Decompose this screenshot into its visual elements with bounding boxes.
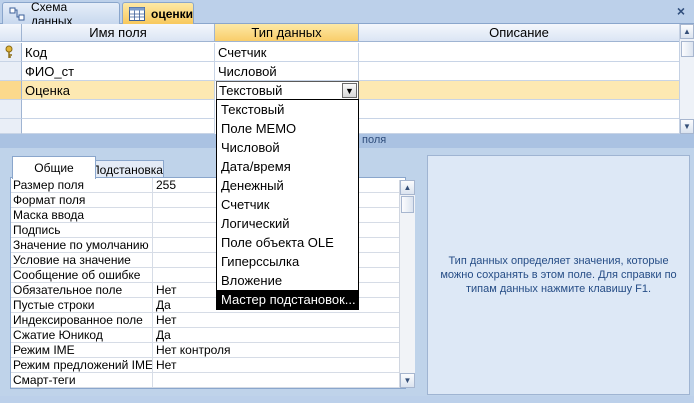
scroll-up-icon[interactable]: ▲	[400, 180, 415, 195]
data-type-combobox[interactable]: Текстовый ▼	[216, 81, 359, 100]
property-label: Формат поля	[11, 193, 153, 207]
property-label: Пустые строки	[11, 298, 153, 312]
dropdown-option-currency[interactable]: Денежный	[217, 176, 358, 195]
property-label: Обязательное поле	[11, 283, 153, 297]
description-cell[interactable]	[359, 62, 680, 81]
property-label: Индексированное поле	[11, 313, 153, 327]
close-tab-button[interactable]: ×	[672, 2, 690, 20]
properties-vertical-scrollbar[interactable]: ▲ ▼	[399, 180, 415, 388]
description-cell[interactable]	[359, 81, 680, 100]
dropdown-option-hyperlink[interactable]: Гиперссылка	[217, 252, 358, 271]
dropdown-option-lookup-wizard[interactable]: Мастер подстановок...	[217, 290, 358, 309]
row-selector[interactable]	[0, 62, 22, 81]
row-selector-current[interactable]	[0, 81, 22, 100]
row-selector[interactable]	[0, 100, 22, 119]
property-row[interactable]: Индексированное поле Нет	[11, 313, 405, 328]
tab-schema[interactable]: Схема данных	[2, 0, 120, 28]
tab-grades[interactable]: оценки	[122, 2, 194, 24]
dropdown-option-text[interactable]: Текстовый	[217, 100, 358, 119]
tab-grades-label: оценки	[151, 6, 194, 21]
field-name-cell[interactable]: ФИО_ст	[22, 62, 215, 81]
description-cell[interactable]	[359, 119, 680, 134]
description-cell[interactable]	[359, 43, 680, 62]
relationships-icon	[9, 7, 25, 20]
property-row[interactable]: Режим предложений IME Нет	[11, 358, 405, 373]
property-label: Сжатие Юникод	[11, 328, 153, 342]
header-field-name[interactable]: Имя поля	[22, 24, 215, 42]
description-cell[interactable]	[359, 100, 680, 119]
property-label: Сообщение об ошибке	[11, 268, 153, 282]
scroll-down-icon[interactable]: ▼	[400, 373, 415, 388]
bottom-frame	[0, 396, 694, 403]
dropdown-option-ole[interactable]: Поле объекта OLE	[217, 233, 358, 252]
scroll-up-icon[interactable]: ▲	[680, 24, 694, 39]
property-value[interactable]: Нет контроля	[153, 343, 405, 357]
header-data-type[interactable]: Тип данных	[215, 24, 359, 42]
table-icon	[129, 6, 145, 21]
document-tab-bar: Схема данных оценки ×	[0, 0, 694, 28]
property-row[interactable]: Режим IME Нет контроля	[11, 343, 405, 358]
dropdown-arrow-icon[interactable]: ▼	[342, 83, 357, 98]
primary-key-icon	[5, 45, 13, 58]
field-name-cell[interactable]	[22, 100, 215, 119]
dropdown-option-yesno[interactable]: Логический	[217, 214, 358, 233]
property-label: Маска ввода	[11, 208, 153, 222]
field-name-cell[interactable]: Код	[22, 43, 215, 62]
property-label: Размер поля	[11, 178, 153, 192]
data-type-cell[interactable]: Числовой	[215, 62, 359, 81]
property-label: Значение по умолчанию	[11, 238, 153, 252]
row-selector[interactable]	[0, 119, 22, 134]
combo-value: Текстовый	[219, 83, 283, 98]
help-panel: Тип данных определяет значения, которые …	[427, 155, 690, 395]
data-type-dropdown-list: Текстовый Поле MEMO Числовой Дата/время …	[216, 99, 359, 310]
property-value[interactable]: Да	[153, 328, 405, 342]
property-label: Режим IME	[11, 343, 153, 357]
field-name-cell[interactable]: Оценка	[22, 81, 215, 100]
scroll-thumb[interactable]	[681, 41, 694, 57]
help-text: Тип данных определяет значения, которые …	[440, 255, 677, 295]
dropdown-option-number[interactable]: Числовой	[217, 138, 358, 157]
property-row[interactable]: Сжатие Юникод Да	[11, 328, 405, 343]
scroll-thumb[interactable]	[401, 196, 414, 213]
property-value[interactable]	[153, 373, 405, 387]
field-properties-caption: поля	[362, 134, 387, 146]
property-value[interactable]: Нет	[153, 313, 405, 327]
property-row[interactable]: Смарт-теги	[11, 373, 405, 388]
dropdown-option-attachment[interactable]: Вложение	[217, 271, 358, 290]
property-value[interactable]: Нет	[153, 358, 405, 372]
property-label: Условие на значение	[11, 253, 153, 267]
dropdown-option-autonumber[interactable]: Счетчик	[217, 195, 358, 214]
dropdown-option-memo[interactable]: Поле MEMO	[217, 119, 358, 138]
tab-general[interactable]: Общие	[12, 156, 96, 179]
data-type-cell[interactable]: Счетчик	[215, 43, 359, 62]
row-selector[interactable]	[0, 43, 22, 62]
scroll-down-icon[interactable]: ▼	[680, 119, 694, 134]
property-label: Смарт-теги	[11, 373, 153, 387]
field-name-cell[interactable]	[22, 119, 215, 134]
header-description[interactable]: Описание	[359, 24, 680, 42]
row-selector-header	[0, 24, 22, 42]
property-label: Режим предложений IME	[13, 358, 153, 372]
dropdown-option-datetime[interactable]: Дата/время	[217, 157, 358, 176]
property-label: Подпись	[11, 223, 153, 237]
grid-vertical-scrollbar[interactable]: ▲ ▼	[679, 24, 694, 134]
